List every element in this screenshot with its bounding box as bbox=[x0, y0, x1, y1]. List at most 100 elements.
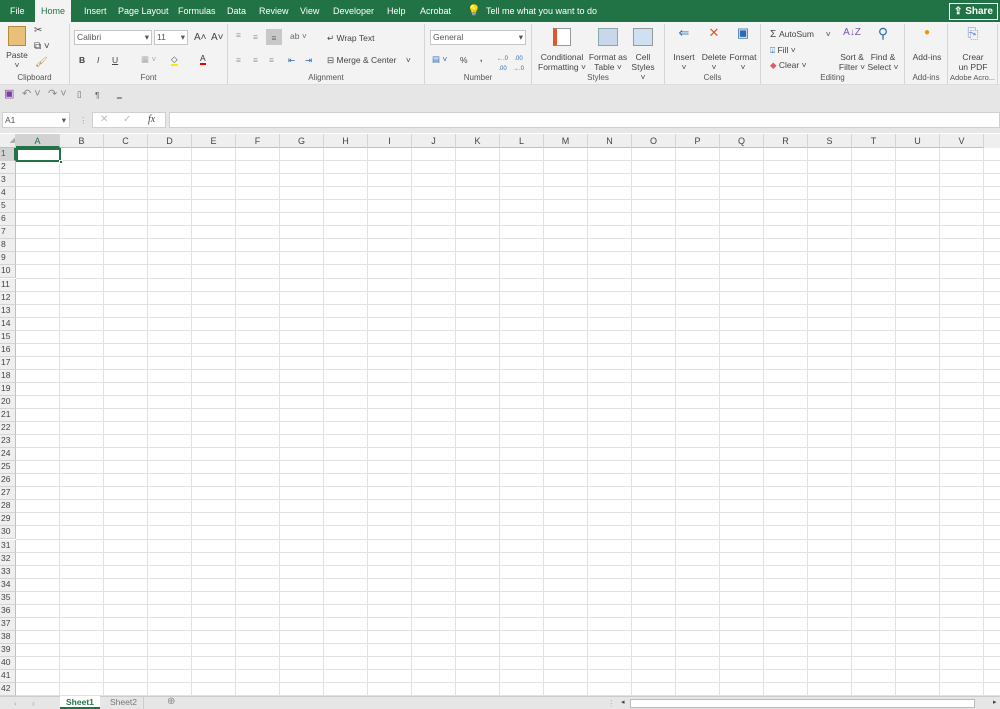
cancel-icon[interactable]: ✕ bbox=[100, 115, 108, 125]
column-header-R[interactable]: R bbox=[764, 134, 808, 148]
tab-developer[interactable]: Developer bbox=[333, 0, 374, 22]
row-header-29[interactable]: 29 bbox=[0, 513, 16, 527]
column-header-I[interactable]: I bbox=[368, 134, 412, 148]
horizontal-scrollbar[interactable] bbox=[630, 699, 975, 708]
percent-button[interactable]: % bbox=[460, 55, 468, 65]
row-header-13[interactable]: 13 bbox=[0, 304, 16, 318]
undo-icon[interactable]: ↶ ˅ bbox=[22, 89, 41, 100]
merge-center-button[interactable]: ⊟ Merge & Center ˅ bbox=[327, 55, 411, 65]
wrap-text-button[interactable]: ↵ Wrap Text bbox=[327, 33, 374, 43]
font-name-select[interactable]: Calibri ▾ bbox=[74, 30, 152, 45]
tab-file[interactable]: File bbox=[10, 0, 25, 22]
row-header-42[interactable]: 42 bbox=[0, 683, 16, 697]
delete-cells-button[interactable]: ✕ Delete ˅ bbox=[699, 26, 729, 72]
tab-view[interactable]: View bbox=[300, 0, 319, 22]
font-color-icon[interactable]: A bbox=[200, 53, 206, 65]
cut-icon[interactable]: ✂ bbox=[34, 26, 42, 36]
row-header-37[interactable]: 37 bbox=[0, 617, 16, 631]
row-header-3[interactable]: 3 bbox=[0, 174, 16, 188]
conditional-formatting-button[interactable]: Conditional Formatting ˅ bbox=[537, 28, 587, 72]
align-center-icon[interactable]: ≡ bbox=[253, 55, 258, 65]
column-header-O[interactable]: O bbox=[632, 134, 676, 148]
addins-button[interactable]: ● Add-ins bbox=[909, 28, 945, 63]
row-header-22[interactable]: 22 bbox=[0, 422, 16, 436]
column-header-D[interactable]: D bbox=[148, 134, 192, 148]
lightbulb-icon[interactable]: 💡 bbox=[467, 4, 481, 17]
row-header-4[interactable]: 4 bbox=[0, 187, 16, 201]
sort-filter-button[interactable]: A↓Z Sort & Filter ˅ bbox=[837, 28, 867, 73]
column-header-S[interactable]: S bbox=[808, 134, 852, 148]
row-header-26[interactable]: 26 bbox=[0, 474, 16, 488]
align-top-icon[interactable]: ≡ bbox=[236, 30, 241, 40]
column-header-T[interactable]: T bbox=[852, 134, 896, 148]
clear-button[interactable]: ◆ Clear ˅ bbox=[770, 60, 807, 70]
decrease-font-icon[interactable]: A˅ bbox=[211, 33, 224, 43]
row-header-27[interactable]: 27 bbox=[0, 487, 16, 501]
row-header-35[interactable]: 35 bbox=[0, 591, 16, 605]
selected-cell[interactable] bbox=[16, 148, 61, 162]
column-header-L[interactable]: L bbox=[500, 134, 544, 148]
row-header-25[interactable]: 25 bbox=[0, 461, 16, 475]
row-header-24[interactable]: 24 bbox=[0, 448, 16, 462]
fill-handle[interactable] bbox=[59, 160, 63, 164]
underline-button[interactable]: U bbox=[112, 55, 118, 65]
row-header-2[interactable]: 2 bbox=[0, 161, 16, 175]
row-header-5[interactable]: 5 bbox=[0, 200, 16, 214]
row-header-34[interactable]: 34 bbox=[0, 578, 16, 592]
row-header-16[interactable]: 16 bbox=[0, 343, 16, 357]
name-box[interactable]: A1 ▾ bbox=[2, 112, 70, 128]
insert-cells-button[interactable]: ⇐ Insert ˅ bbox=[670, 26, 698, 72]
new-document-icon[interactable]: ▯ bbox=[77, 89, 82, 99]
row-header-7[interactable]: 7 bbox=[0, 226, 16, 240]
paste-button[interactable]: Paste ˅ bbox=[4, 26, 30, 70]
find-select-button[interactable]: ⚲ Find & Select ˅ bbox=[867, 26, 899, 72]
scroll-right-sheets-icon[interactable]: › bbox=[32, 698, 35, 708]
tab-page-layout[interactable]: Page Layout bbox=[118, 0, 169, 22]
autosum-button[interactable]: Σ AutoSum ˅ bbox=[770, 29, 831, 40]
align-right-icon[interactable]: ≡ bbox=[269, 55, 274, 65]
orientation-icon[interactable]: ab ˅ bbox=[290, 31, 307, 41]
increase-indent-icon[interactable]: ⇥ bbox=[305, 55, 312, 65]
column-header-B[interactable]: B bbox=[60, 134, 104, 148]
increase-font-icon[interactable]: A˄ bbox=[194, 33, 207, 43]
tab-acrobat[interactable]: Acrobat bbox=[420, 0, 451, 22]
row-header-14[interactable]: 14 bbox=[0, 317, 16, 331]
italic-button[interactable]: I bbox=[97, 55, 99, 65]
column-header-P[interactable]: P bbox=[676, 134, 720, 148]
row-header-39[interactable]: 39 bbox=[0, 643, 16, 657]
splitter-icon[interactable]: ⋮ bbox=[607, 698, 616, 708]
row-header-38[interactable]: 38 bbox=[0, 630, 16, 644]
copy-icon[interactable]: ⧉ ˅ bbox=[34, 42, 50, 52]
row-header-19[interactable]: 19 bbox=[0, 382, 16, 396]
borders-icon[interactable]: ▦ ˅ bbox=[141, 54, 156, 64]
column-header-E[interactable]: E bbox=[192, 134, 236, 148]
align-left-icon[interactable]: ≡ bbox=[236, 55, 241, 65]
scroll-left-icon[interactable]: ◂ bbox=[621, 698, 625, 708]
format-as-table-button[interactable]: Format as Table ˅ bbox=[588, 28, 628, 72]
row-header-40[interactable]: 40 bbox=[0, 656, 16, 670]
row-header-21[interactable]: 21 bbox=[0, 409, 16, 423]
insert-function-button[interactable]: fx bbox=[148, 115, 155, 125]
row-header-12[interactable]: 12 bbox=[0, 291, 16, 305]
column-header-G[interactable]: G bbox=[280, 134, 324, 148]
formula-input[interactable] bbox=[169, 112, 1000, 128]
tab-insert[interactable]: Insert bbox=[84, 0, 107, 22]
row-header-31[interactable]: 31 bbox=[0, 539, 16, 553]
new-sheet-icon[interactable]: ⊕ bbox=[167, 697, 175, 707]
tab-help[interactable]: Help bbox=[387, 0, 406, 22]
column-header-H[interactable]: H bbox=[324, 134, 368, 148]
row-header-8[interactable]: 8 bbox=[0, 239, 16, 253]
format-cells-button[interactable]: ▣ Format ˅ bbox=[728, 26, 758, 72]
column-header-A[interactable]: A bbox=[16, 134, 60, 148]
create-pdf-button[interactable]: ⎘ Crear un PDF bbox=[953, 26, 993, 72]
column-header-N[interactable]: N bbox=[588, 134, 632, 148]
column-header-V[interactable]: V bbox=[940, 134, 984, 148]
align-bottom-icon[interactable]: ≡ bbox=[266, 29, 282, 45]
row-header-6[interactable]: 6 bbox=[0, 213, 16, 227]
tab-formulas[interactable]: Formulas bbox=[178, 0, 216, 22]
row-header-18[interactable]: 18 bbox=[0, 369, 16, 383]
increase-decimal-icon[interactable]: ←.0.00 bbox=[497, 54, 508, 74]
sheet-tab-sheet2[interactable]: Sheet2 bbox=[104, 696, 144, 709]
row-header-41[interactable]: 41 bbox=[0, 670, 16, 684]
scroll-left-sheets-icon[interactable]: ‹ bbox=[14, 698, 17, 708]
